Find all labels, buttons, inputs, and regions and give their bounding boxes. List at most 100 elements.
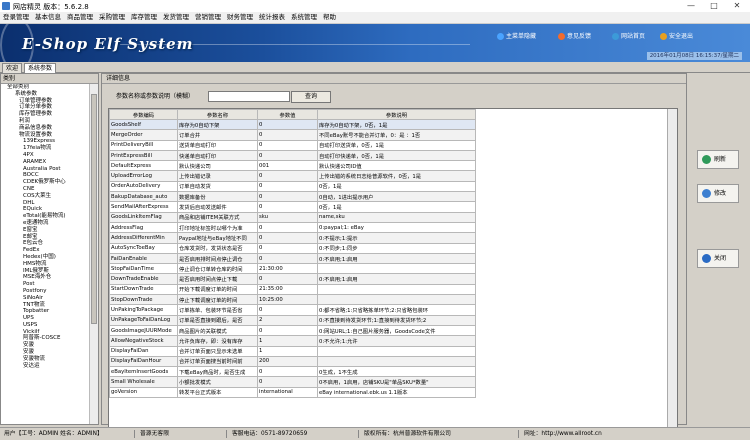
column-header[interactable]: 参数编码: [109, 109, 178, 120]
category-scrollbar[interactable]: [89, 84, 98, 424]
column-header[interactable]: 参数值: [257, 109, 318, 120]
table-row[interactable]: OrderAutoDelivery 订单自动发货 0 0否，1是: [109, 180, 476, 193]
tree-item[interactable]: CDEK俄罗斯中心: [1, 179, 89, 186]
table-row[interactable]: Small Wholesale 小额批发模式 0 0不启用，1启用，店铺SKU是"单品…: [109, 376, 476, 388]
table-row[interactable]: BakupDatabase_auto 数据库备份 0 0自动，1进出提示用户: [109, 191, 476, 203]
tree-item[interactable]: TNT物流: [1, 302, 89, 309]
table-row[interactable]: DisplayFaiDan 合并订单页面只显示未选单 1: [109, 345, 476, 357]
maximize-button[interactable]: □: [703, 0, 725, 12]
table-row[interactable]: UploadErrorLog 上传出错记录 0 上传出错的系统日志给普源软件，0否，1…: [109, 170, 476, 182]
table-row[interactable]: PrintExpressBill 快递单自动打印 0 自动打印快递单，0否，1是: [109, 149, 476, 162]
tree-item[interactable]: COS大莱生: [1, 193, 89, 200]
feedback-button[interactable]: 意见反馈: [558, 32, 591, 42]
tree-item[interactable]: 17feia物流: [1, 145, 89, 152]
table-row[interactable]: DefaultExpress 默认快递公司 001 默认快递公司ID值: [109, 160, 476, 172]
query-button[interactable]: 查询: [291, 91, 331, 103]
cell-param-desc: 上传出错的系统日志给普源软件，0否，1是: [317, 170, 476, 182]
table-row[interactable]: AddressFlag 打印地址标签时以哪个为准 0 0:paypal;1: eBay: [109, 221, 476, 234]
table-row[interactable]: DisplayFaiDanHour 合并订单页面搜当前时间前 200: [109, 355, 476, 368]
tree-item[interactable]: 安骏: [1, 342, 89, 349]
tree-item[interactable]: ARAMEX: [1, 159, 89, 166]
tree-item[interactable]: 4PX: [1, 152, 89, 159]
edit-button[interactable]: 修改: [697, 184, 739, 203]
menu-login[interactable]: 登录管理: [0, 12, 32, 23]
tree-item[interactable]: UPS: [1, 315, 89, 322]
tree-item[interactable]: E窗宝: [1, 227, 89, 234]
close-panel-button[interactable]: 关闭: [697, 249, 739, 268]
menu-finance[interactable]: 财务管理: [224, 12, 256, 23]
refresh-button[interactable]: 刷新: [697, 150, 739, 169]
table-row[interactable]: AddressDifferentMin Paypal地址与eBay地址不同 0 0:不…: [109, 232, 476, 244]
table-row[interactable]: SendMailAfterExpress 发货后自动发送邮件 0 0否，1是: [109, 201, 476, 213]
cell-param-name: 上传出错记录: [177, 170, 258, 182]
tree-item[interactable]: 商品信息参数: [1, 125, 89, 132]
table-row[interactable]: GoodsImageJUURMode 商品图片的关联模式 0 0:网站URL;1:自己…: [109, 324, 476, 337]
table-row[interactable]: DownTradeEnable 是否启用时间点停止下载 0 0:不启用;1:启用: [109, 273, 476, 285]
tree-item[interactable]: HMS物流: [1, 261, 89, 268]
menu-help[interactable]: 帮助: [320, 12, 339, 23]
menu-purchase[interactable]: 采购管理: [96, 12, 128, 23]
tree-item[interactable]: 物流设置参数: [1, 132, 89, 139]
table-row[interactable]: MergeOrder 订单合并 0 不同eBay账号不能合并订单，0：是 ：1否: [109, 129, 476, 141]
table-scrollbar[interactable]: [667, 109, 677, 427]
tree-item[interactable]: E邮宝: [1, 234, 89, 241]
tree-item[interactable]: 库存管理参数: [1, 111, 89, 118]
menu-delivery[interactable]: 发货管理: [160, 12, 192, 23]
tree-item[interactable]: USPS: [1, 322, 89, 329]
column-header[interactable]: 参数名称: [177, 109, 258, 120]
tree-item[interactable]: 安骏: [1, 349, 89, 356]
tree-item[interactable]: 安骏物流: [1, 356, 89, 363]
table-row[interactable]: FaiDanEnable 是否启用排时间点停止调仓 0 0:不启用;1:启用: [109, 252, 476, 265]
status-company: 版权所有：杭州普源软件有限公司: [364, 431, 451, 437]
cell-param-code: UploadErrorLog: [109, 170, 178, 182]
tree-item[interactable]: Post: [1, 281, 89, 288]
table-row[interactable]: AutoSyncToeBay 仓库发货时，发货状态是否 0 0:不同步;1:同步: [109, 242, 476, 254]
column-header[interactable]: 参数说明: [317, 109, 476, 120]
table-row[interactable]: PrintDeliveryBill 送货单自动打印 0 自动打印送货单，0否，1是: [109, 139, 476, 151]
logout-button[interactable]: 安全退出: [660, 32, 693, 42]
table-row[interactable]: GoodsLinkItemFlag 商品和店铺ITEM关联方式 sku name,sk…: [109, 211, 476, 223]
table-row[interactable]: StartDownTrade 开始下载调度订单的时间 21:35:00: [109, 283, 476, 296]
table-row[interactable]: UnPakingToPackage 订单拣单、包装环节是否省 0 0:都不省略;1:只…: [109, 304, 476, 316]
menu-marketing[interactable]: 营销管理: [192, 12, 224, 23]
tree-item[interactable]: 阿普斯-COSCE: [1, 335, 89, 342]
cell-param-value: 0: [257, 191, 318, 203]
tree-item[interactable]: 安达运: [1, 363, 89, 370]
table-row[interactable]: AllowNegativeStock 允许负库存，即：没有库存 1 0:不允许;1:允…: [109, 335, 476, 347]
homepage-button[interactable]: 网站首页: [612, 32, 645, 42]
tree-item[interactable]: e速通物流: [1, 220, 89, 227]
tree-item[interactable]: Australia Post: [1, 166, 89, 173]
table-row[interactable]: GoodsShelf 库存为0自动下架 0 库存为0自动下架，0否，1是: [109, 118, 476, 131]
menu-reports[interactable]: 统计报表: [256, 12, 288, 23]
tree-item[interactable]: 利润: [1, 118, 89, 125]
tab-system-params[interactable]: 系统参数: [24, 63, 57, 73]
tree-item[interactable]: DHL: [1, 200, 89, 207]
minimize-button[interactable]: —: [680, 0, 702, 12]
tree-item[interactable]: 系统参数: [1, 91, 89, 98]
tree-item[interactable]: Postfony: [1, 288, 89, 295]
tree-item[interactable]: MSE海外仓: [1, 274, 89, 281]
tree-item[interactable]: SiNoAir: [1, 295, 89, 302]
menu-basic-info[interactable]: 基本信息: [32, 12, 64, 23]
tree-item[interactable]: FedEx: [1, 247, 89, 254]
table-row[interactable]: eBayItemInsertGoods 下载eBay商品时，是否生成 0 0生成，1不…: [109, 366, 476, 378]
table-row[interactable]: StopDownTrade 停止下载调度订单的时间 10:25:00: [109, 294, 476, 306]
category-scroll-thumb[interactable]: [91, 94, 97, 324]
close-button[interactable]: ✕: [726, 0, 748, 12]
table-row[interactable]: UnPakageToFaiDanLog 订单是否直接到跟后，是否 2 0:不直接到待发…: [109, 314, 476, 326]
tab-welcome[interactable]: 欢迎: [2, 63, 23, 73]
cell-param-code: StopDownTrade: [109, 294, 178, 306]
menu-system[interactable]: 系统管理: [288, 12, 320, 23]
menu-stock[interactable]: 库存管理: [128, 12, 160, 23]
search-input[interactable]: [208, 91, 290, 102]
tree-item[interactable]: Hedex(中国): [1, 254, 89, 261]
table-row[interactable]: goVersion 转发平台正式版本 international eBay inter…: [109, 386, 476, 399]
tree-item[interactable]: E包云仓: [1, 240, 89, 247]
tree-item[interactable]: 全部类别: [1, 84, 89, 91]
tree-item[interactable]: CNE: [1, 186, 89, 193]
hide-menu-button[interactable]: 主菜单隐藏: [497, 32, 536, 42]
table-row[interactable]: StopFaiDanTime 停止调仓订单转仓库的时间 21:30:00: [109, 263, 476, 275]
tree-item[interactable]: eTotal(能易物流): [1, 213, 89, 220]
menu-goods[interactable]: 商品管理: [64, 12, 96, 23]
tree-item[interactable]: Topbatter: [1, 308, 89, 315]
